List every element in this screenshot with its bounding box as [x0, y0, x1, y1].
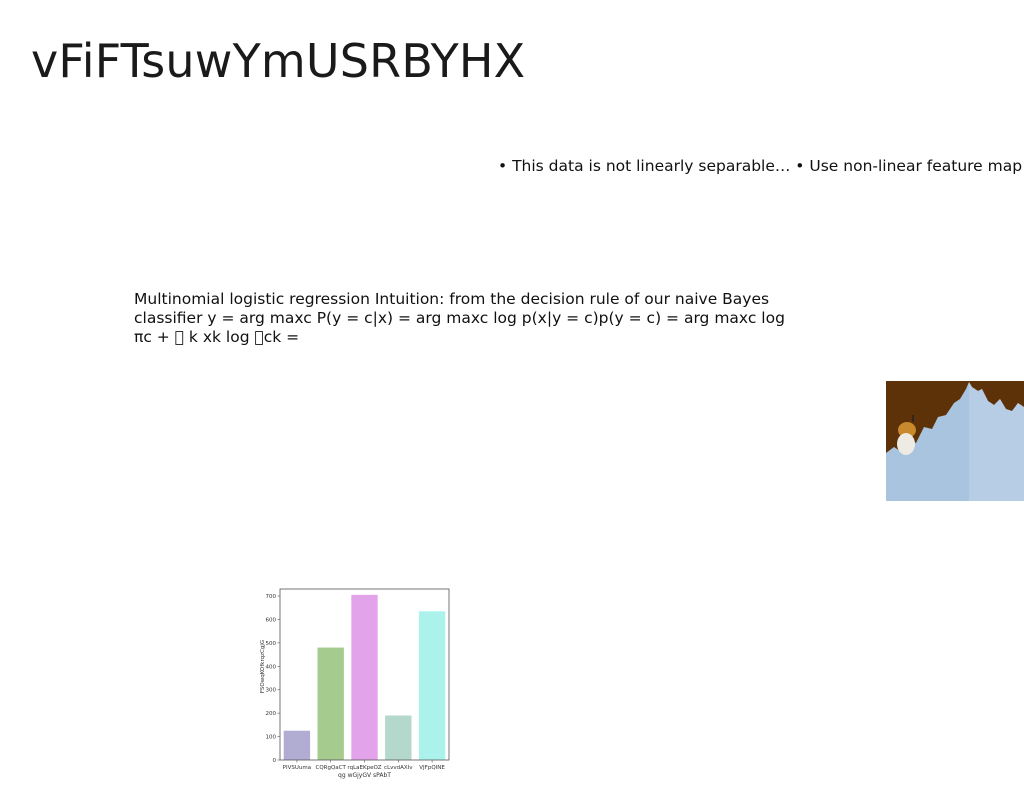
chart-bar — [317, 647, 344, 760]
chart-bar — [385, 715, 412, 760]
chart-bar — [351, 594, 378, 760]
bullet-text: • This data is not linearly separable… •… — [498, 157, 1024, 175]
chart-y-tick-label: 300 — [266, 688, 277, 694]
bar-chart: 0 100 200 300 400 500 600 700 PIVSUuma CQRgQaCT r… — [260, 588, 450, 779]
chart-y-tick-label: 700 — [266, 594, 277, 600]
chart-y-label: FSOwqKOfkrqzCgjG — [260, 640, 266, 693]
chart-x-ticks: PIVSUuma CQRgQaCT rqLaEKpeOZ cLvvdAXIv VJFpQ… — [283, 760, 445, 771]
chart-y-tick-label: 600 — [266, 617, 277, 623]
chart-bars — [283, 594, 446, 760]
chart-y-tick-label: 200 — [266, 711, 277, 717]
chart-y-ticks: 0 100 200 300 400 500 600 700 — [266, 594, 280, 764]
chart-x-label: qg wGjyGV sPAbT — [338, 772, 391, 779]
mountain-photo — [886, 381, 1024, 501]
body-text: Multinomial logistic regression Intuitio… — [134, 290, 785, 346]
chart-x-tick-label: rqLaEKpeOZ — [347, 765, 381, 771]
chart-y-tick-label: 100 — [266, 735, 277, 741]
chart-y-tick-label: 0 — [273, 758, 277, 764]
chart-y-tick-label: 500 — [266, 641, 277, 647]
chart-x-tick-label: VJFpQINE — [419, 765, 445, 771]
chart-x-tick-label: PIVSUuma — [283, 765, 311, 771]
photo-object-body — [897, 433, 915, 455]
chart-bar — [418, 611, 446, 760]
slide-title: vFiFTsuwYmUSRBYHX — [31, 34, 526, 88]
mountain-photo-icon — [886, 381, 1024, 501]
chart-x-tick-label: cLvvdAXIv — [384, 765, 413, 771]
chart-y-tick-label: 400 — [266, 664, 277, 670]
chart-bar — [283, 730, 311, 760]
chart-x-tick-label: CQRgQaCT — [316, 765, 347, 771]
